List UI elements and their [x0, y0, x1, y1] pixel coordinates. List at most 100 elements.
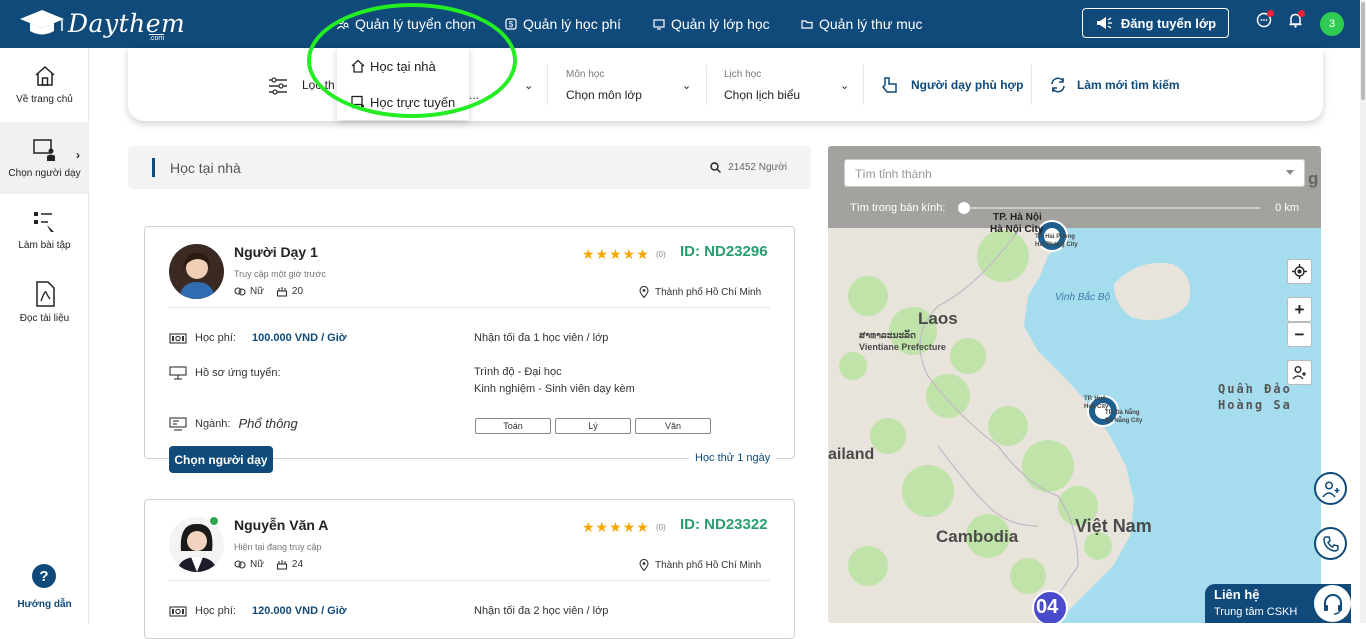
location: Thành phố Hồ Chí Minh [639, 559, 761, 571]
online-status-dot [209, 516, 219, 526]
folder-icon [801, 20, 813, 29]
teacher-name[interactable]: Người Dạy 1 [234, 244, 318, 260]
locate-button[interactable] [1287, 259, 1312, 284]
online-screen-icon [351, 95, 364, 109]
suitable-teacher-label: Người dạy phù hợp [911, 78, 1024, 92]
chevron-down-icon[interactable] [1286, 170, 1294, 175]
province-search-input[interactable]: Tìm tỉnh thành [844, 159, 1305, 187]
result-count: 21452 Người [710, 162, 787, 173]
refresh-search-button[interactable]: Làm mới tìm kiếm [1049, 76, 1180, 94]
chat-button[interactable] [1256, 10, 1274, 31]
city: Thành phố Hồ Chí Minh [655, 286, 762, 298]
support-subtitle: Trung tâm CSKH [1214, 606, 1298, 618]
map[interactable]: Tìm tỉnh thành Tìm trong bán kính: 0 km … [828, 146, 1321, 623]
teacher-card[interactable]: Nguyễn Văn A Hiện tại đang truy cập Nữ 2… [144, 499, 795, 639]
map-label-danang: TP. Đà Nẵng [1105, 410, 1140, 416]
teacher-card[interactable]: Người Dạy 1 Truy cập một giờ trước Nữ 20… [144, 226, 795, 459]
user-avatar[interactable]: 3 [1320, 12, 1344, 36]
help-label[interactable]: Hướng dẫn [0, 599, 89, 610]
filter-sliders-icon [269, 77, 287, 95]
sidebar-item-choose-teacher[interactable]: Chọn người dạy › [0, 122, 89, 194]
nav-recruitment[interactable]: Quản lý tuyển chọn [337, 0, 476, 48]
accent-bar [152, 158, 155, 177]
last-access: Truy cập một giờ trước [234, 269, 327, 279]
profile-row: Hồ sơ ứng tuyển: [169, 366, 281, 380]
map-label-danang-city: Đà Nẵng City [1105, 418, 1143, 424]
nav-folders-label: Quản lý thư mục [819, 16, 923, 32]
subject-tag: Văn [635, 418, 711, 434]
logo[interactable]: Daythem .com [18, 7, 185, 42]
chevron-down-icon[interactable]: ⌄ [682, 79, 691, 92]
refresh-search-label: Làm mới tìm kiếm [1077, 78, 1180, 92]
customer-support-widget[interactable]: Liên hệ Trung tâm CSKH [1205, 584, 1351, 623]
gender: Nữ [250, 559, 264, 570]
teacher-meta: Nữ 20 [234, 286, 303, 297]
teacher-id: ID: ND23296 [680, 243, 768, 260]
page-scrollbar[interactable] [1360, 0, 1366, 623]
nav-tuition[interactable]: $ Quản lý học phí [505, 0, 621, 48]
subject-select[interactable]: Chọn môn lớp [566, 88, 642, 102]
map-label-vientiane: Vientiane Prefecture [859, 342, 946, 352]
presentation-icon [169, 366, 187, 380]
age: 24 [291, 559, 304, 570]
major-value: Phổ thông [238, 416, 298, 431]
add-user-icon [1321, 480, 1339, 497]
scrollbar-thumb[interactable] [1361, 2, 1365, 100]
radius-slider-handle[interactable] [958, 202, 970, 214]
capacity: Nhận tối đa 2 học viên / lớp [474, 605, 609, 617]
search-icon[interactable] [710, 162, 722, 173]
schedule-select[interactable]: Chọn lịch biểu [724, 88, 800, 102]
menu-item-online-study[interactable]: Học trực tuyến [337, 84, 469, 120]
sidebar-item-documents[interactable]: Đọc tài liệu [0, 266, 89, 338]
nav-folders[interactable]: Quản lý thư mục [801, 0, 923, 48]
call-button[interactable] [1314, 527, 1347, 560]
subject-tag: Toán [475, 418, 551, 434]
notification-unread-dot [1298, 10, 1305, 17]
zoom-out-button[interactable]: − [1287, 322, 1312, 347]
chevron-down-icon[interactable]: ⌄ [524, 79, 533, 92]
add-contact-button[interactable] [1314, 472, 1347, 505]
nav-classes[interactable]: Quản lý lớp học [653, 0, 770, 48]
people-search-icon [337, 18, 349, 30]
add-person-map-button[interactable] [1287, 360, 1312, 385]
location-pin-icon [639, 559, 649, 571]
graduation-cap-icon [20, 10, 64, 35]
monitor-icon [169, 416, 187, 431]
phone-icon [1322, 535, 1339, 552]
menu-item-label: Học trực tuyến [370, 94, 456, 110]
menu-item-home-study[interactable]: Học tại nhà [337, 48, 469, 84]
map-cluster-count[interactable]: 04 [1036, 596, 1058, 619]
cake-icon [276, 287, 287, 297]
map-label-hanoi: TP. Hà Nội [993, 212, 1042, 223]
sidebar-item-label: Chọn người dạy [8, 167, 81, 179]
notification-button[interactable] [1288, 10, 1305, 31]
avatar [169, 244, 224, 299]
location: Thành phố Hồ Chí Minh [639, 286, 761, 298]
support-title: Liên hệ [1214, 587, 1260, 602]
suitable-teacher-button[interactable]: Người dạy phù hợp [881, 76, 1023, 94]
map-label-paracel-1: Quần Đảo [1218, 382, 1292, 396]
filter-label: Lọc th [302, 78, 335, 92]
home-icon [35, 65, 54, 86]
choose-teacher-button[interactable]: Chọn người dạy [169, 446, 273, 473]
sidebar-item-home[interactable]: Về trang chủ [0, 48, 89, 120]
post-class-button[interactable]: Đăng tuyển lớp [1082, 8, 1229, 38]
pdf-icon [35, 280, 55, 307]
chevron-down-icon[interactable]: ⌄ [840, 79, 849, 92]
megaphone-icon [1096, 17, 1112, 29]
divider [706, 65, 707, 105]
map-label-haiphong: TP. Hải Phòng [1035, 234, 1075, 240]
chat-unread-dot [1267, 10, 1274, 17]
filter-type-value[interactable]: ... [469, 88, 479, 102]
sidebar-item-homework[interactable]: Làm bài tập [0, 194, 89, 266]
map-label-vietnam: Việt Nam [1075, 516, 1152, 536]
zoom-in-button[interactable]: + [1287, 297, 1312, 322]
radius-label: Tìm trong bán kính: [850, 202, 946, 214]
radius-value: 0 km [1275, 202, 1299, 214]
crosshair-icon [1292, 264, 1307, 279]
help-icon[interactable]: ? [32, 564, 56, 588]
radius-slider-track[interactable] [964, 207, 1260, 209]
gender-icon [234, 286, 246, 296]
teacher-name[interactable]: Nguyễn Văn A [234, 517, 328, 533]
schedule-label: Lịch học [724, 69, 762, 80]
